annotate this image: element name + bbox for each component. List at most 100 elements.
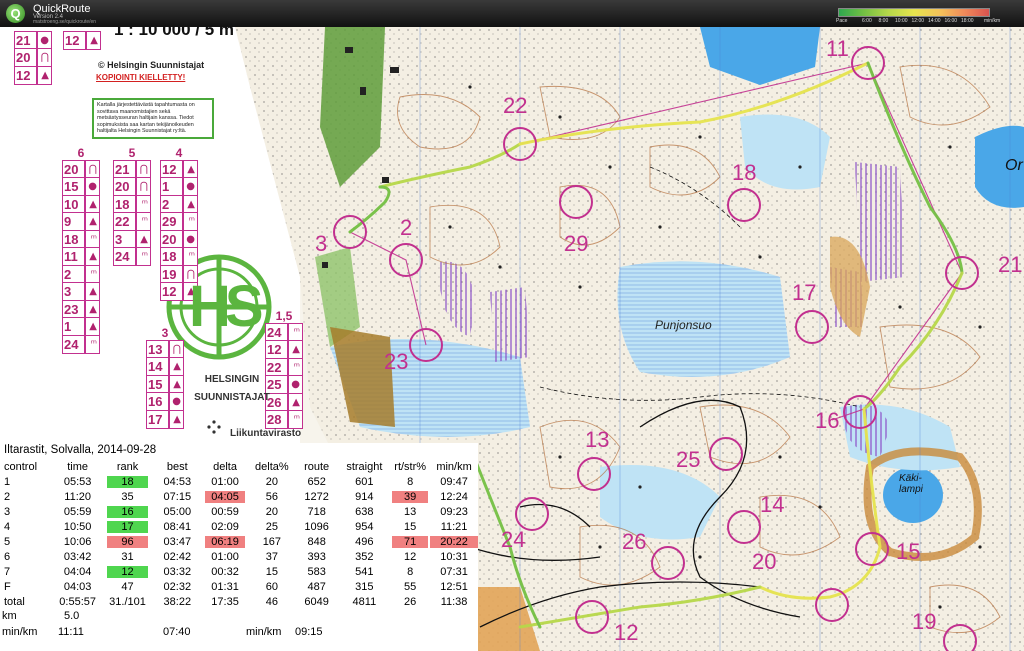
- cell-value: 16: [106, 505, 149, 518]
- table-row[interactable]: F 04:03 47 02:32 01:31 60 487 315 55 12:51: [0, 579, 478, 594]
- description-cell: 18 ᵐ: [62, 229, 100, 249]
- control-description-column: 5 21 ⋂ 20 ⋂ 18 ᵐ 22 ᵐ 3 ▲ 24 ᵐ: [113, 145, 151, 266]
- cell-value: 7: [4, 565, 11, 578]
- column-header[interactable]: control: [0, 459, 54, 474]
- cell-rank: 18: [102, 474, 154, 489]
- column-header[interactable]: best: [153, 459, 201, 474]
- description-cell: 15 ▲: [146, 374, 184, 394]
- column-header[interactable]: rank: [102, 459, 154, 474]
- control-number: 14: [760, 492, 785, 517]
- cell-value: 09:47: [440, 475, 468, 488]
- description-cell: 29 ᵐ: [160, 212, 198, 231]
- pace-tick: 6:00: [862, 18, 872, 24]
- cell-rt-str: 71: [390, 534, 430, 549]
- control-number: 24: [501, 527, 526, 552]
- cell-best: 05:00: [153, 504, 201, 519]
- place-name-punjonsuo: Punjonsuo: [655, 318, 712, 332]
- description-cell: 14 ▲: [146, 357, 184, 376]
- cell-value: 31./101: [109, 595, 146, 608]
- feature-symbol-icon: ⋂: [88, 163, 97, 175]
- cell-value: 47: [121, 580, 134, 593]
- cell-value: 26: [404, 595, 417, 608]
- table-row[interactable]: 1 05:53 18 04:53 01:00 20 652 601 8 09:47: [0, 474, 478, 489]
- table-row[interactable]: 4 10:50 17 08:41 02:09 25 1096 954 15 11:21: [0, 519, 478, 534]
- cell-route: 1272: [295, 489, 339, 504]
- cell-min-km: 20:22: [430, 534, 478, 549]
- cell-delta: 04:05: [201, 489, 249, 504]
- cell-min-km: 07:31: [430, 564, 478, 579]
- cell-value: 96: [106, 535, 149, 548]
- cell-route: 487: [295, 579, 339, 594]
- table-row[interactable]: 6 03:42 31 02:42 01:00 37 393 352 12 10:31: [0, 549, 478, 564]
- control-code: 17: [148, 411, 163, 427]
- description-cell: 20 ⋂: [62, 159, 100, 179]
- feature-symbol-icon: ▲: [89, 216, 97, 227]
- control-code: 3: [115, 231, 123, 247]
- cell-value: 11:38: [440, 595, 468, 608]
- km-value: 5.0: [64, 610, 80, 622]
- cell-best: 02:32: [153, 579, 201, 594]
- feature-symbol-icon: ⋂: [172, 343, 181, 355]
- description-cell: 13 ⋂: [146, 339, 184, 359]
- cell-delta: 02:09: [201, 519, 249, 534]
- pace-tick: 10:00: [895, 18, 908, 24]
- control-code: 19: [162, 266, 177, 282]
- cell-time: 10:50: [54, 519, 102, 534]
- description-cell: 20 ⋂: [113, 177, 151, 196]
- control-code: 12: [267, 342, 282, 357]
- column-header[interactable]: time: [54, 459, 102, 474]
- pace-tick: 8:00: [878, 18, 889, 24]
- pace-label: Pace: [836, 18, 848, 24]
- feature-symbol-icon: ▲: [89, 303, 97, 315]
- cell-value: 55: [404, 580, 417, 593]
- feature-symbol-icon: ᵐ: [188, 216, 195, 227]
- cell-value: 848: [307, 535, 326, 548]
- cell-best: 03:32: [153, 564, 201, 579]
- cell-delta-pct: 25: [249, 519, 295, 534]
- table-row[interactable]: 7 04:04 12 03:32 00:32 15 583 541 8 07:31: [0, 564, 478, 579]
- table-header-row: control time rank best delta delta% rout…: [0, 459, 478, 474]
- cell-value: 0:55:57: [59, 595, 96, 608]
- column-header[interactable]: min/km: [430, 459, 478, 474]
- column-header[interactable]: delta%: [249, 459, 295, 474]
- column-header[interactable]: rt/str%: [390, 459, 430, 474]
- control-code: 3: [64, 284, 72, 299]
- cell-straight: 638: [338, 504, 390, 519]
- total-row[interactable]: total 0:55:57 31./101 38:22 17:35 46 6049 4811 2…: [0, 594, 478, 609]
- cell-value: 11:20: [64, 490, 91, 503]
- cell-rt-str: 12: [390, 549, 430, 564]
- cell-value: 07:31: [440, 565, 468, 578]
- control-number: 21: [998, 252, 1023, 277]
- table-row[interactable]: 3 05:59 16 05:00 00:59 20 718 638 13 09:23: [0, 504, 478, 519]
- control-code: 22: [115, 214, 130, 229]
- pace-gradient-bar: [838, 8, 990, 17]
- column-header[interactable]: delta: [201, 459, 249, 474]
- table-row[interactable]: 5 10:06 96 03:47 06:19 167 848 496 71 20:22: [0, 534, 478, 549]
- cell-value: 954: [355, 520, 374, 533]
- control-description-column: 6 20 ⋂ 15 ● 10 ▲ 9 ▲ 18 ᵐ 11 ▲ 2 ᵐ 3 ▲ 23 ▲ 1 ▲ 24 ᵐ: [62, 145, 100, 354]
- feature-symbol-icon: ⋂: [40, 52, 49, 63]
- table-row[interactable]: 2 11:20 35 07:15 04:05 56 1272 914 39 12:24: [0, 489, 478, 504]
- control-code: 20: [64, 161, 79, 177]
- column-header[interactable]: route: [295, 459, 339, 474]
- cell-value: 01:00: [211, 550, 239, 563]
- control-code: 20: [162, 231, 177, 247]
- cell-min-km: 10:31: [430, 549, 478, 564]
- cell-route: 393: [295, 549, 339, 564]
- control-number: 16: [815, 408, 840, 433]
- column-header[interactable]: straight: [338, 459, 390, 474]
- description-cell: 22 ᵐ: [113, 212, 151, 231]
- control-description-column: 1,5 24 ᵐ 12 ▲ 22 ᵐ 25 ● 26 ▲ 28 ᵐ: [265, 308, 303, 429]
- cell-value: 652: [307, 475, 326, 488]
- place-name-kakilampi: Käki-lampi: [899, 473, 923, 495]
- feature-symbol-icon: ▲: [292, 344, 300, 355]
- cell-value: 15: [404, 520, 417, 533]
- feature-symbol-icon: ▲: [173, 361, 181, 372]
- feature-symbol-icon: ᵐ: [90, 233, 97, 245]
- cell-delta: 00:59: [201, 504, 249, 519]
- feature-symbol-icon: ᵐ: [293, 361, 300, 373]
- cell-min-km: 12:51: [430, 579, 478, 594]
- cell-rank: 17: [102, 519, 154, 534]
- cell-delta-pct: 56: [249, 489, 295, 504]
- cell-value: 25: [265, 520, 278, 533]
